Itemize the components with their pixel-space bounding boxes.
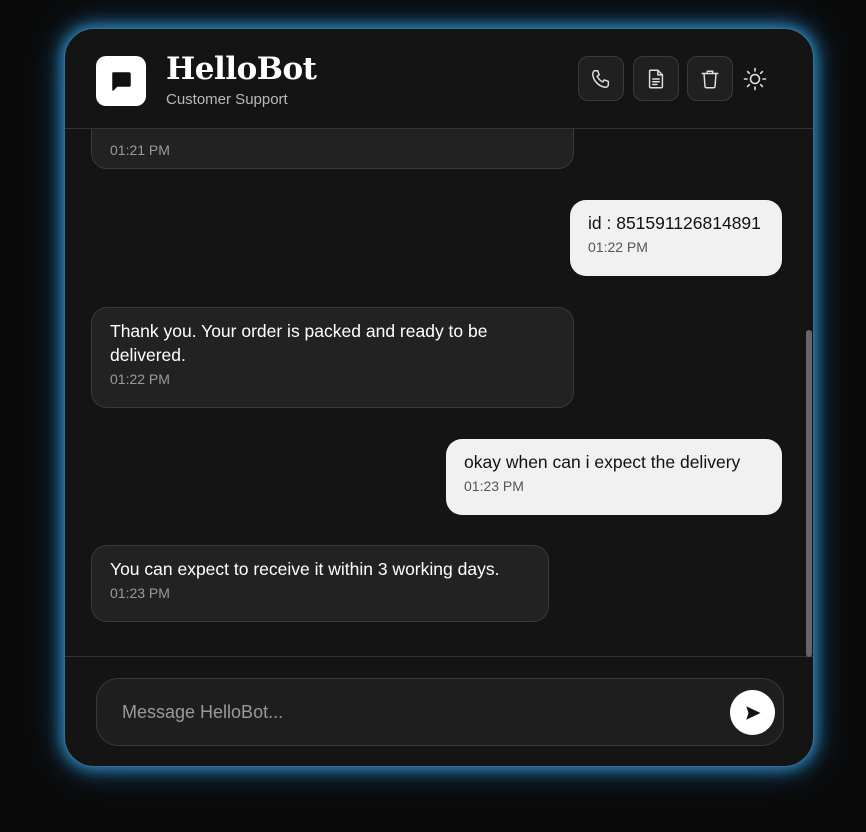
app-title: HelloBot bbox=[166, 51, 317, 87]
message-text: id : 851591126814891 bbox=[588, 213, 761, 233]
bot-message: Thank you. Your order is packed and read… bbox=[91, 307, 574, 408]
user-message: id : 851591126814891 01:22 PM bbox=[570, 200, 782, 276]
message-text: okay when can i expect the delivery bbox=[464, 452, 741, 472]
theme-toggle-button[interactable] bbox=[742, 66, 768, 92]
message-scrollbar[interactable] bbox=[805, 129, 813, 657]
message-text: Thank you. Your order is packed and read… bbox=[110, 321, 488, 365]
trash-icon bbox=[701, 69, 719, 88]
chat-header: HelloBot Customer Support bbox=[65, 29, 813, 129]
message-time: 01:22 PM bbox=[588, 239, 648, 255]
message-time: 01:21 PM bbox=[110, 142, 170, 158]
send-icon bbox=[745, 705, 760, 720]
sun-icon bbox=[743, 67, 767, 91]
user-message: okay when can i expect the delivery 01:2… bbox=[446, 439, 782, 515]
bot-message: You can expect to receive it within 3 wo… bbox=[91, 545, 549, 622]
composer bbox=[96, 678, 784, 746]
chat-window: HelloBot Customer Support 01:21 PM id: … bbox=[64, 28, 814, 767]
call-button[interactable] bbox=[578, 56, 624, 101]
phone-icon bbox=[592, 69, 610, 88]
document-icon bbox=[648, 69, 664, 88]
transcript-button[interactable] bbox=[633, 56, 679, 101]
message-time: 01:22 PM bbox=[110, 371, 170, 387]
scrollbar-thumb[interactable] bbox=[806, 330, 812, 657]
send-button[interactable] bbox=[730, 690, 775, 735]
bot-message: 01:21 PM bbox=[91, 129, 574, 169]
message-time: 01:23 PM bbox=[110, 585, 170, 601]
message-text: You can expect to receive it within 3 wo… bbox=[110, 559, 500, 579]
message-input[interactable] bbox=[122, 697, 692, 727]
app-subtitle: Customer Support bbox=[166, 91, 288, 108]
message-time: 01:23 PM bbox=[464, 478, 524, 494]
message-list[interactable]: 01:21 PM id : 851591126814891 01:22 PM T… bbox=[65, 129, 813, 657]
chat-bubble-icon bbox=[112, 72, 131, 91]
clear-chat-button[interactable] bbox=[687, 56, 733, 101]
bot-logo bbox=[96, 56, 146, 106]
